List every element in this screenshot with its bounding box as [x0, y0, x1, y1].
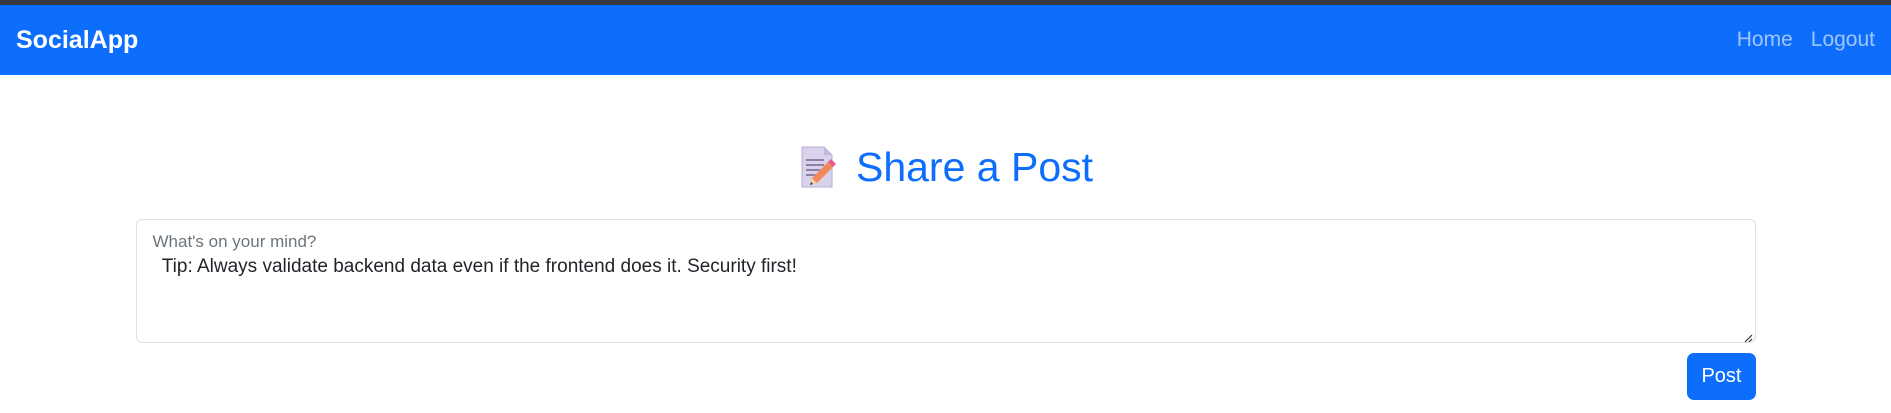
page-title: Share a Post: [855, 143, 1094, 190]
navbar: SocialApp Home Logout: [0, 5, 1891, 75]
resize-handle-icon[interactable]: [1743, 330, 1753, 343]
nav-links: Home Logout: [1728, 28, 1875, 52]
nav-link-logout[interactable]: Logout: [1802, 28, 1875, 52]
page-heading: Share a Post: [136, 137, 1756, 197]
memo-icon: [798, 145, 838, 189]
post-composer[interactable]: What's on your mind? Tip: Always validat…: [135, 219, 1756, 343]
composer-label: What's on your mind?: [152, 232, 317, 251]
main-content: Share a Post What's on your mind? Tip: A…: [135, 75, 1756, 400]
nav-link-home[interactable]: Home: [1728, 28, 1802, 52]
brand-logo[interactable]: SocialApp: [16, 26, 138, 55]
composer-actions: Post: [136, 353, 1756, 400]
post-button[interactable]: Post: [1687, 353, 1756, 400]
post-textarea[interactable]: Tip: Always validate backend data even i…: [157, 256, 1735, 278]
